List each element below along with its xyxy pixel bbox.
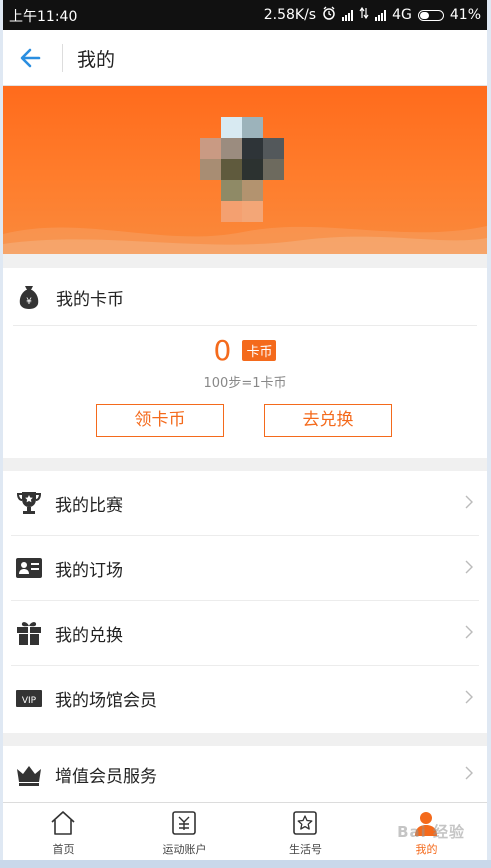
svg-text:¥: ¥ (26, 297, 32, 307)
coins-title: 我的卡币 (56, 290, 124, 310)
chevron-right-icon (465, 766, 473, 780)
top-nav: 我的 (3, 30, 487, 86)
screen-bottom-edge (0, 860, 491, 868)
tab-label: 运动账户 (162, 843, 207, 856)
arrow-left-icon (20, 48, 41, 68)
menu-item-vip-service[interactable]: 增值会员服务 (3, 742, 487, 807)
tab-mine[interactable]: 我的 Bai 经验 (366, 803, 487, 860)
signal-icon-2 (375, 9, 387, 21)
coin-balance: 0 卡币 (3, 334, 487, 367)
id-card-icon (16, 558, 42, 578)
coin-unit-badge: 卡币 (242, 340, 277, 361)
menu-item-my-exchanges[interactable]: 我的兑换 (3, 601, 487, 666)
gift-icon (17, 622, 41, 645)
tab-home[interactable]: 首页 (3, 803, 124, 860)
bottom-tab-bar: 首页 运动账户 生活号 我的 Bai 经验 (3, 802, 487, 860)
status-right: 2.58K/s 4G 41% (264, 6, 481, 24)
signal-icon (342, 9, 354, 21)
tab-label: 我的 (415, 843, 438, 856)
svg-text:VIP: VIP (22, 696, 37, 706)
menu-item-my-bookings[interactable]: 我的订场 (3, 536, 487, 601)
tab-sports-account[interactable]: 运动账户 (124, 803, 245, 860)
exchange-button[interactable]: 去兑换 (264, 404, 392, 437)
star-icon (293, 811, 317, 835)
profile-banner (3, 86, 487, 254)
crown-icon (17, 766, 41, 786)
get-coins-button[interactable]: 领卡币 (96, 404, 224, 437)
vip-badge-icon: VIP (16, 690, 42, 707)
status-bar: 上午11:40 2.58K/s 4G 41% (3, 0, 487, 30)
app-window: 上午11:40 2.58K/s 4G 41% 我的 ¥ 我的卡币 0 卡币 10… (3, 0, 487, 860)
menu-item-my-matches[interactable]: 我的比赛 (3, 471, 487, 536)
tab-life[interactable]: 生活号 (245, 803, 366, 860)
menu-item-label: 我的订场 (55, 561, 123, 581)
avatar[interactable] (200, 117, 284, 222)
chevron-right-icon (465, 690, 473, 704)
menu-item-label: 我的场馆会员 (55, 691, 157, 711)
page-title: 我的 (77, 49, 116, 71)
tab-label: 生活号 (289, 843, 322, 856)
chevron-right-icon (465, 560, 473, 574)
net-speed: 2.58K/s (263, 7, 317, 23)
menu-item-label: 增值会员服务 (55, 767, 157, 787)
battery-icon (417, 9, 444, 21)
coin-amount: 0 (213, 334, 232, 367)
menu-item-venue-membership[interactable]: VIP 我的场馆会员 (3, 666, 487, 731)
watermark: Bai 经验 (397, 823, 465, 841)
coin-rate: 100步=1卡币 (203, 376, 287, 391)
menu-item-label: 我的兑换 (55, 626, 123, 646)
tab-label: 首页 (52, 843, 75, 856)
money-bag-icon: ¥ (19, 286, 39, 309)
coins-divider (13, 325, 477, 326)
vip-service-card: 增值会员服务 (3, 746, 487, 802)
coins-header: ¥ 我的卡币 (3, 268, 487, 325)
account-icon (172, 811, 196, 835)
alarm-icon (322, 6, 336, 24)
battery-percent: 41% (449, 7, 481, 23)
chevron-right-icon (465, 495, 473, 509)
menu-list: 我的比赛 我的订场 我的兑换 VIP 我的场馆会员 (3, 471, 487, 733)
menu-item-label: 我的比赛 (55, 496, 123, 516)
home-icon (51, 811, 75, 835)
back-button[interactable] (17, 44, 45, 72)
trophy-icon (16, 492, 42, 514)
status-time: 上午11:40 (9, 9, 78, 25)
coins-card: ¥ 我的卡币 0 卡币 100步=1卡币 领卡币 去兑换 (3, 268, 487, 458)
network-type: 4G (392, 7, 412, 23)
nav-divider (62, 44, 63, 72)
battery-fill (419, 11, 429, 19)
chevron-right-icon (465, 625, 473, 639)
data-arrows-icon (359, 6, 369, 23)
